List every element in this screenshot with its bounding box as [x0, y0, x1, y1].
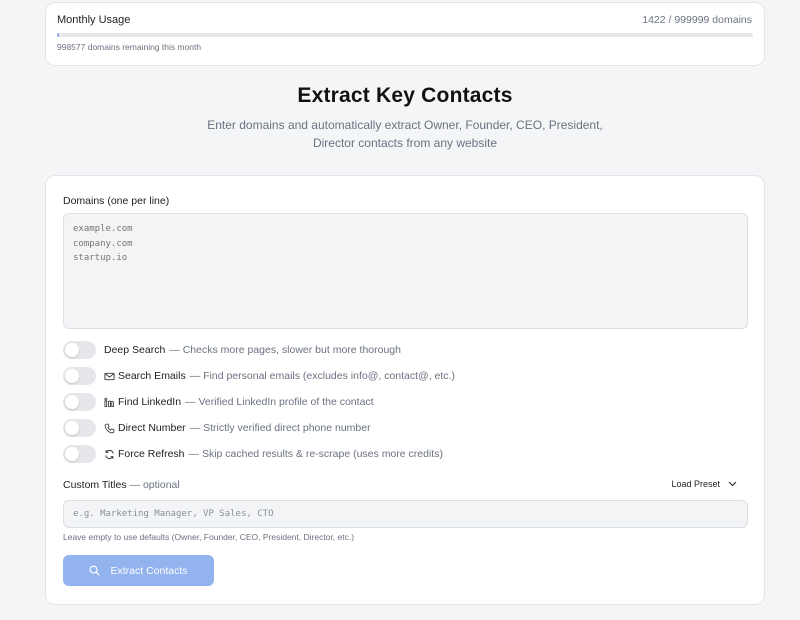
deep-search-label: Deep Search — [104, 344, 166, 356]
usage-count: 1422 / 999999 domains — [642, 14, 752, 26]
switch-knob — [65, 421, 79, 435]
chevron-down-icon — [728, 481, 737, 487]
force-refresh-label: Force Refresh — [118, 448, 185, 460]
page-subtitle: Enter domains and automatically extract … — [207, 118, 603, 150]
custom-titles-optional: — optional — [129, 479, 180, 491]
custom-titles-label: Custom Titles — optional — [63, 479, 180, 491]
force-refresh-desc: — Skip cached results & re-scrape (uses … — [188, 448, 443, 460]
deep-search-text: Deep Search — Checks more pages, slower … — [104, 344, 401, 356]
toggle-deep-search: Deep Search — Checks more pages, slower … — [63, 341, 455, 359]
page-title: Extract Key Contacts — [297, 84, 513, 107]
find-linkedin-switch[interactable] — [63, 393, 96, 411]
mail-icon — [104, 372, 115, 380]
find-linkedin-label: Find LinkedIn — [118, 396, 182, 408]
switch-knob — [65, 343, 79, 357]
force-refresh-switch[interactable] — [63, 445, 96, 463]
search-emails-text: Search Emails — Find personal emails (ex… — [104, 370, 455, 382]
direct-number-desc: — Strictly verified direct phone number — [189, 422, 371, 434]
toggle-force-refresh: Force Refresh — Skip cached results & re… — [63, 445, 455, 463]
toggle-search-emails: Search Emails — Find personal emails (ex… — [63, 367, 455, 385]
toggle-direct-number: Direct Number — Strictly verified direct… — [63, 419, 455, 437]
extract-contacts-button[interactable]: Extract Contacts — [63, 555, 214, 586]
usage-card: Monthly Usage 1422 / 999999 domains 9985… — [45, 2, 765, 66]
search-emails-desc: — Find personal emails (excludes info@, … — [189, 370, 455, 382]
usage-progress-fill — [57, 33, 60, 37]
search-emails-switch[interactable] — [63, 367, 96, 385]
load-preset-dropdown[interactable]: Load Preset — [671, 479, 737, 489]
domains-label: Domains (one per line) — [63, 195, 170, 207]
deep-search-switch[interactable] — [63, 341, 96, 359]
search-emails-label: Search Emails — [118, 370, 186, 382]
refresh-icon — [105, 449, 114, 459]
usage-progress-bar — [57, 33, 753, 37]
toggle-find-linkedin: Find LinkedIn — Verified LinkedIn profil… — [63, 393, 455, 411]
domains-textarea[interactable] — [63, 213, 748, 329]
load-preset-label: Load Preset — [671, 479, 720, 489]
direct-number-switch[interactable] — [63, 419, 96, 437]
custom-titles-text: Custom Titles — [63, 479, 127, 491]
usage-remaining: 998577 domains remaining this month — [57, 42, 202, 52]
extract-form: Domains (one per line) Deep Search — Che… — [45, 175, 765, 605]
options-toggles: Deep Search — Checks more pages, slower … — [63, 341, 455, 471]
phone-icon — [104, 423, 115, 433]
custom-titles-input[interactable] — [63, 500, 748, 528]
switch-knob — [65, 447, 79, 461]
linkedin-icon — [104, 397, 115, 407]
find-linkedin-desc: — Verified LinkedIn profile of the conta… — [185, 396, 374, 408]
direct-number-text: Direct Number — Strictly verified direct… — [104, 422, 371, 434]
usage-title: Monthly Usage — [57, 14, 131, 26]
switch-knob — [65, 395, 79, 409]
force-refresh-text: Force Refresh — Skip cached results & re… — [104, 448, 443, 460]
deep-search-desc: — Checks more pages, slower but more tho… — [169, 344, 401, 356]
usage-header: Monthly Usage 1422 / 999999 domains — [57, 14, 752, 26]
switch-knob — [65, 369, 79, 383]
find-linkedin-text: Find LinkedIn — Verified LinkedIn profil… — [104, 396, 374, 408]
extract-contacts-label: Extract Contacts — [110, 564, 188, 577]
search-icon — [89, 565, 101, 576]
direct-number-label: Direct Number — [118, 422, 186, 434]
custom-titles-hint: Leave empty to use defaults (Owner, Foun… — [63, 532, 355, 542]
